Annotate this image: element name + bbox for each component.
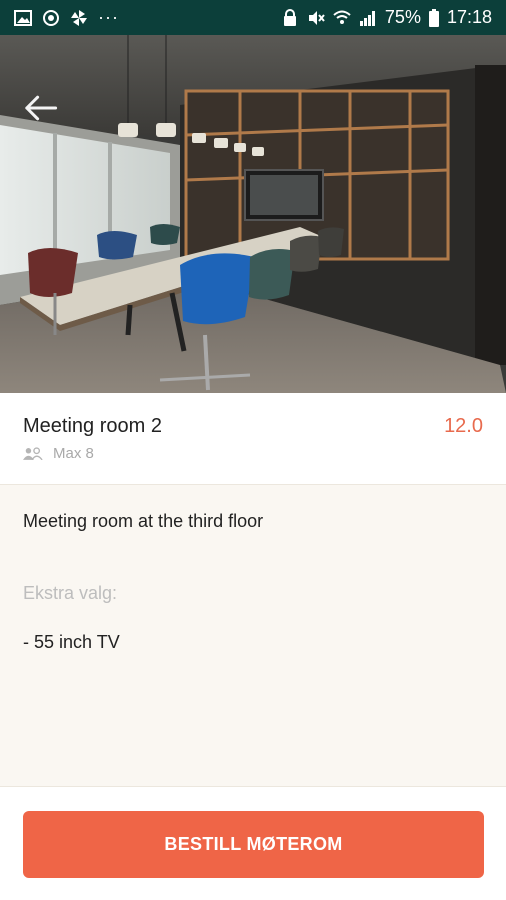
- status-bar-right: 75% 17:18: [281, 7, 492, 28]
- sync-icon: [43, 9, 59, 26]
- arrow-left-icon: [25, 95, 58, 121]
- room-photo-image: [0, 35, 506, 393]
- room-info: Meeting room 2 12.0 Max 8: [0, 393, 506, 485]
- lock-icon: [283, 8, 296, 26]
- extras-item: - 55 inch TV: [23, 632, 120, 652]
- wifi-icon: [333, 10, 351, 24]
- more-dots-icon: ···: [98, 7, 119, 27]
- extras-heading: Ekstra valg:: [23, 583, 118, 603]
- status-bar: ··· 75% 17:18: [0, 0, 506, 35]
- status-bar-left: ···: [14, 7, 119, 28]
- book-room-button[interactable]: BESTILL MØTEROM: [23, 811, 484, 878]
- room-price: 12.0: [444, 415, 483, 437]
- signal-icon: [359, 10, 375, 26]
- clock: 17:18: [446, 7, 492, 27]
- people-icon: [23, 447, 43, 460]
- pinwheel-icon: [71, 9, 87, 26]
- battery-icon: [428, 8, 439, 27]
- mute-icon: [308, 10, 325, 25]
- capacity-label: Max 8: [53, 445, 94, 462]
- room-details: Meeting room at the third floor Ekstra v…: [0, 486, 506, 786]
- room-description: Meeting room at the third floor: [23, 511, 264, 531]
- room-title: Meeting room 2: [23, 415, 162, 437]
- back-button[interactable]: [22, 93, 58, 123]
- gallery-icon: [14, 9, 32, 26]
- room-photo: [0, 35, 506, 393]
- battery-percent: 75%: [384, 7, 421, 27]
- room-capacity: Max 8: [23, 445, 94, 462]
- bottom-bar: BESTILL MØTEROM: [0, 786, 506, 900]
